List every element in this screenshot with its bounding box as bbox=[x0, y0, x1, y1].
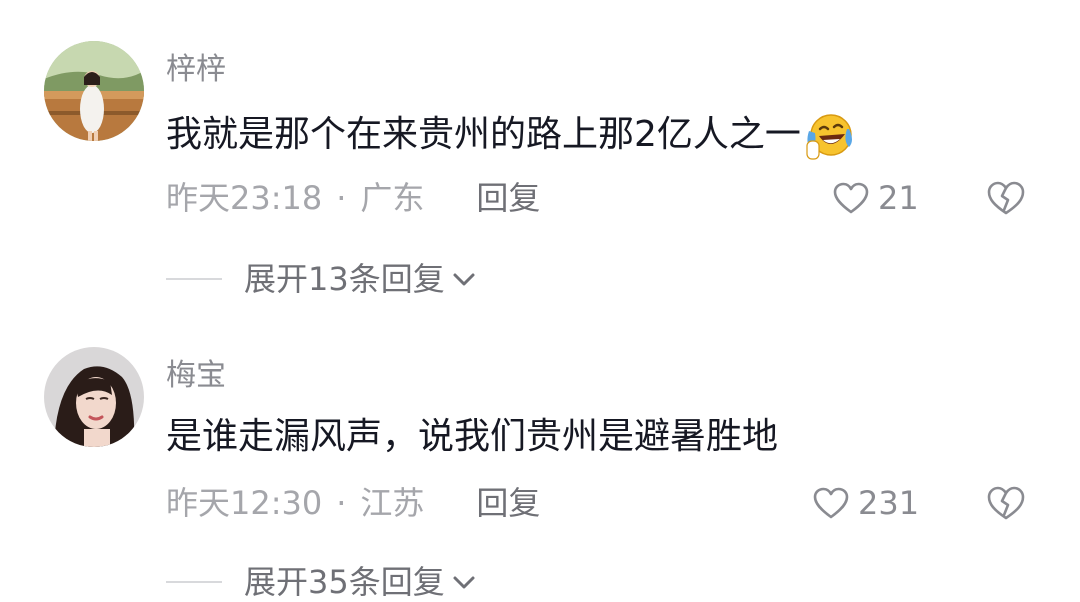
expand-replies-label: 展开13条回复 bbox=[244, 260, 445, 298]
comment-text-body: 我就是那个在来贵州的路上那2亿人之一 bbox=[166, 114, 801, 155]
meta-separator: · bbox=[336, 484, 347, 522]
comment-time: 昨天12:30 bbox=[166, 484, 323, 522]
like-count: 21 bbox=[878, 179, 919, 217]
comment-text: 我就是那个在来贵州的路上那2亿人之一 bbox=[166, 109, 855, 161]
comment-location: 广东 bbox=[360, 179, 425, 217]
previous-expand-fragment: ​ bbox=[455, 0, 635, 6]
expand-replies-button[interactable]: 展开35条回复 bbox=[166, 562, 477, 602]
chevron-down-icon bbox=[453, 576, 475, 589]
avatar-image-1 bbox=[44, 41, 144, 141]
expand-replies-label: 展开35条回复 bbox=[244, 563, 445, 601]
comment-meta: 昨天23:18 · 广东 回复 bbox=[166, 178, 540, 218]
avatar[interactable] bbox=[44, 41, 144, 141]
expand-replies-button[interactable]: 展开13条回复 bbox=[166, 259, 477, 299]
comment-location: 江苏 bbox=[360, 484, 425, 522]
like-count: 231 bbox=[858, 484, 920, 522]
broken-heart-icon bbox=[987, 486, 1025, 520]
heart-outline-icon bbox=[833, 182, 869, 214]
comment-meta: 昨天12:30 · 江苏 回复 bbox=[166, 483, 540, 523]
heart-outline-icon bbox=[813, 487, 849, 519]
like-button[interactable]: 21 bbox=[832, 178, 919, 218]
reply-button[interactable]: 回复 bbox=[476, 483, 540, 523]
like-button[interactable]: 231 bbox=[812, 483, 919, 523]
chevron-down-icon bbox=[453, 273, 475, 286]
broken-heart-icon bbox=[987, 181, 1025, 215]
avatar-image-2 bbox=[44, 347, 144, 447]
laughing-crying-emoji-icon bbox=[803, 109, 855, 161]
username[interactable]: 梅宝 bbox=[166, 358, 226, 394]
comment-text-body: 是谁走漏风声，说我们贵州是避暑胜地 bbox=[166, 416, 779, 457]
expand-divider-line bbox=[166, 278, 222, 280]
comment-time: 昨天23:18 bbox=[166, 179, 323, 217]
dislike-button[interactable] bbox=[986, 180, 1026, 216]
dislike-button[interactable] bbox=[986, 485, 1026, 521]
reply-button[interactable]: 回复 bbox=[476, 178, 540, 218]
meta-separator: · bbox=[336, 179, 347, 217]
username[interactable]: 梓梓 bbox=[166, 52, 226, 88]
comment-text: 是谁走漏风声，说我们贵州是避暑胜地 bbox=[166, 415, 778, 459]
expand-divider-line bbox=[166, 581, 222, 583]
avatar[interactable] bbox=[44, 347, 144, 447]
